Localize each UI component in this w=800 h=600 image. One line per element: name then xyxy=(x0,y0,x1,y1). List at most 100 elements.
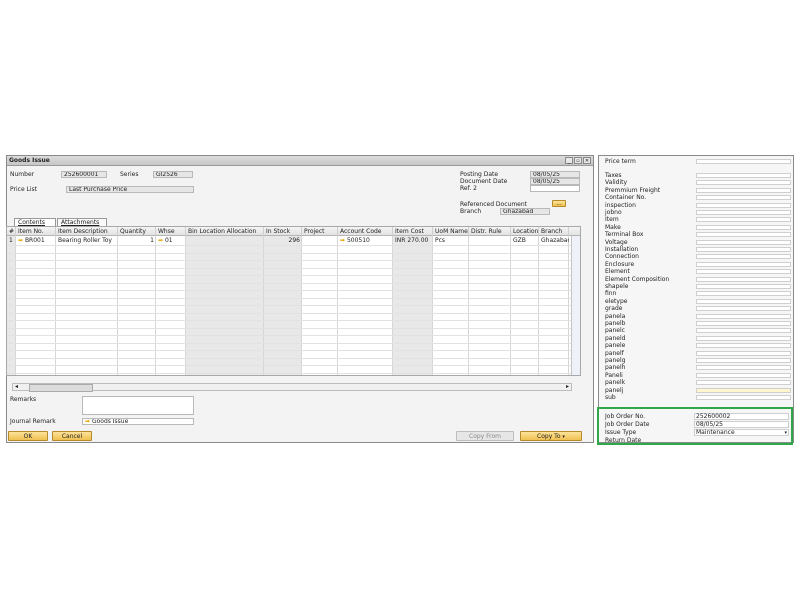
scroll-thumb[interactable] xyxy=(29,384,93,392)
udf-field[interactable] xyxy=(696,261,791,267)
udf-field[interactable] xyxy=(696,335,791,341)
udf-row: Paneli xyxy=(599,372,793,379)
grid-cell-account[interactable]: ➡ 500510 xyxy=(338,237,393,245)
udf-field[interactable] xyxy=(696,395,791,400)
vertical-scrollbar[interactable] xyxy=(571,236,580,375)
issue-type-select[interactable]: Maintenance ▾ xyxy=(694,429,789,436)
udf-field[interactable] xyxy=(696,372,791,378)
title-bar: Goods Issue _ ▫ ✕ xyxy=(7,156,593,166)
udf-row: panelg xyxy=(599,357,793,364)
udf-label: panelk xyxy=(605,379,626,387)
restore-icon[interactable]: ▫ xyxy=(574,157,582,164)
udf-field[interactable] xyxy=(696,350,791,356)
udf-field[interactable] xyxy=(696,276,791,282)
link-arrow-icon[interactable]: ➡ xyxy=(18,237,25,244)
cancel-button[interactable]: Cancel xyxy=(52,431,92,441)
copy-to-button[interactable]: Copy To ▾ xyxy=(520,431,582,441)
grid-row-line xyxy=(7,335,580,336)
grid-cell-qty[interactable]: 1 xyxy=(118,237,156,245)
series-field[interactable]: GI2526 xyxy=(153,171,193,178)
grid-column-header[interactable]: Branch xyxy=(539,227,569,236)
udf-field[interactable] xyxy=(696,187,791,193)
grid-cell-whse[interactable]: ➡ 01 xyxy=(156,237,186,245)
grid-column-header[interactable]: Distr. Rule xyxy=(469,227,511,236)
udf-field[interactable] xyxy=(696,217,791,223)
grid-cell-location[interactable]: GZB xyxy=(511,237,539,245)
grid-cell-in-stock[interactable]: 296 xyxy=(264,237,302,245)
udf-field[interactable] xyxy=(696,387,791,393)
branch-field[interactable]: Ghazabad xyxy=(500,208,550,215)
grid-cell-num[interactable]: 1 xyxy=(7,237,16,245)
udf-field[interactable] xyxy=(696,298,791,304)
udf-field[interactable] xyxy=(696,232,791,238)
scroll-right-icon[interactable]: ▸ xyxy=(566,383,569,390)
grid-cell-item-no[interactable]: ➡ BR001 xyxy=(16,237,56,245)
udf-field[interactable] xyxy=(696,254,791,260)
copy-from-button[interactable]: Copy From xyxy=(456,431,514,441)
grid-column-header[interactable]: Account Code xyxy=(338,227,393,236)
grid-column-header[interactable]: Item Description xyxy=(56,227,118,236)
link-arrow-icon[interactable]: ➡ xyxy=(158,237,165,244)
ok-button[interactable]: OK xyxy=(8,431,48,441)
job-order-no-field[interactable]: 252600002 xyxy=(694,413,789,420)
ref2-field[interactable] xyxy=(530,185,580,192)
udf-row: Terminal Box xyxy=(599,231,793,238)
grid-cell-desc[interactable]: Bearing Roller Toy xyxy=(56,237,118,245)
grid-column-header[interactable]: Item Cost xyxy=(393,227,433,236)
udf-row: paneld xyxy=(599,335,793,342)
number-field[interactable]: 252600001 xyxy=(61,171,107,178)
posting-date-field[interactable]: 08/05/25 xyxy=(530,171,580,178)
remarks-label: Remarks xyxy=(10,396,37,403)
document-date-field[interactable]: 08/05/25 xyxy=(530,178,580,185)
grid-column-header[interactable]: Location xyxy=(511,227,539,236)
udf-field[interactable] xyxy=(696,247,791,252)
grid-cell-uom[interactable]: Pcs xyxy=(433,237,469,245)
grid-column-header[interactable]: UoM Name xyxy=(433,227,469,236)
grid-column-header[interactable]: Item No. xyxy=(16,227,56,236)
udf-field[interactable] xyxy=(696,328,791,334)
udf-field[interactable] xyxy=(696,269,791,275)
udf-row: shapele xyxy=(599,283,793,290)
journal-remark-field[interactable]: ➡ Goods Issue xyxy=(82,418,194,425)
udf-field[interactable] xyxy=(696,239,791,245)
udf-field[interactable] xyxy=(696,380,791,386)
udf-field[interactable] xyxy=(696,180,791,186)
grid-column-header[interactable]: Project xyxy=(302,227,338,236)
udf-field[interactable] xyxy=(696,195,791,201)
udf-label: Container No. xyxy=(605,194,647,202)
udf-field[interactable] xyxy=(696,321,791,326)
grid-cell-cost[interactable]: INR 270.00 xyxy=(393,237,433,245)
link-arrow-icon[interactable]: ➡ xyxy=(85,419,90,424)
udf-field[interactable] xyxy=(696,284,791,289)
scroll-left-icon[interactable]: ◂ xyxy=(15,383,18,390)
udf-field[interactable] xyxy=(696,224,791,230)
udf-field[interactable] xyxy=(696,306,791,312)
grid-column-header[interactable]: Whse xyxy=(156,227,186,236)
tab-attachments[interactable]: Attachments xyxy=(57,218,107,226)
udf-label: Voltage xyxy=(605,238,628,246)
udf-field[interactable] xyxy=(696,173,791,178)
link-arrow-icon[interactable]: ➡ xyxy=(340,237,347,244)
grid-column-header[interactable]: # xyxy=(7,227,16,236)
grid-column-header[interactable]: In Stock xyxy=(264,227,302,236)
referenced-document-button[interactable]: ... xyxy=(552,200,566,207)
minimize-icon[interactable]: _ xyxy=(565,157,573,164)
udf-row: panelf xyxy=(599,350,793,357)
udf-field[interactable] xyxy=(696,365,791,371)
udf-field[interactable] xyxy=(696,313,791,319)
udf-title-field[interactable] xyxy=(696,159,791,164)
grid-column-header[interactable]: Quantity xyxy=(118,227,156,236)
udf-field[interactable] xyxy=(696,291,791,297)
price-list-field[interactable]: Last Purchase Price xyxy=(66,186,194,193)
udf-row: sub xyxy=(599,394,793,401)
udf-field[interactable] xyxy=(696,210,791,215)
udf-field[interactable] xyxy=(696,358,791,363)
udf-field[interactable] xyxy=(696,343,791,349)
grid-column-header[interactable]: Bin Location Allocation xyxy=(186,227,264,236)
job-order-date-field[interactable]: 08/05/25 xyxy=(694,421,789,428)
grid-cell-branch[interactable]: Ghazabad xyxy=(539,237,569,245)
remarks-field[interactable] xyxy=(82,396,194,415)
close-icon[interactable]: ✕ xyxy=(583,157,591,164)
udf-field[interactable] xyxy=(696,202,791,208)
horizontal-scrollbar[interactable]: ◂ ▸ xyxy=(12,383,572,392)
